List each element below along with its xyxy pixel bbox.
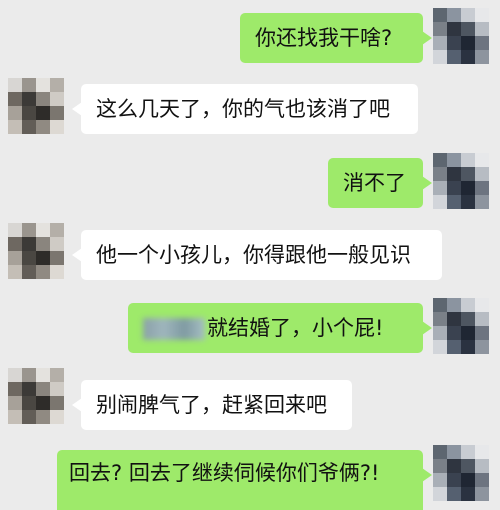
message-text: 消不了 <box>343 171 406 195</box>
message-text: 你还找我干啥? <box>255 26 393 50</box>
message-bubble-received[interactable]: 这么几天了，你的气也该消了吧 <box>72 84 418 134</box>
message-bubble-sent[interactable]: 消不了 <box>328 158 432 208</box>
message-text: 别闹脾气了，赶紧回来吧 <box>96 393 327 417</box>
message-bubble-sent[interactable]: 你还找我干啥? <box>240 13 432 63</box>
my-avatar[interactable] <box>433 298 489 354</box>
chat-conversation: 你还找我干啥? 这么几天了，你的气也该消了吧 消不了 他一个小孩儿，你得跟他一般… <box>0 0 500 510</box>
my-avatar[interactable] <box>433 445 489 501</box>
message-text: 回去? 回去了继续伺候你们爷俩?! <box>69 461 380 485</box>
contact-avatar[interactable] <box>8 368 64 424</box>
my-avatar[interactable] <box>433 153 489 209</box>
message-text: 这么几天了，你的气也该消了吧 <box>96 97 390 121</box>
my-avatar[interactable] <box>433 8 489 64</box>
message-text: 就结婚了，小个屁! <box>207 316 384 340</box>
message-bubble-sent[interactable]: 回去? 回去了继续伺候你们爷俩?! <box>57 450 432 510</box>
message-text: 他一个小孩儿，你得跟他一般见识 <box>96 243 411 267</box>
message-bubble-sent[interactable]: 就结婚了，小个屁! <box>128 303 432 353</box>
message-bubble-received[interactable]: 他一个小孩儿，你得跟他一般见识 <box>72 230 442 280</box>
redacted-text-blur <box>143 318 205 340</box>
message-bubble-received[interactable]: 别闹脾气了，赶紧回来吧 <box>72 380 352 430</box>
contact-avatar[interactable] <box>8 78 64 134</box>
contact-avatar[interactable] <box>8 223 64 279</box>
